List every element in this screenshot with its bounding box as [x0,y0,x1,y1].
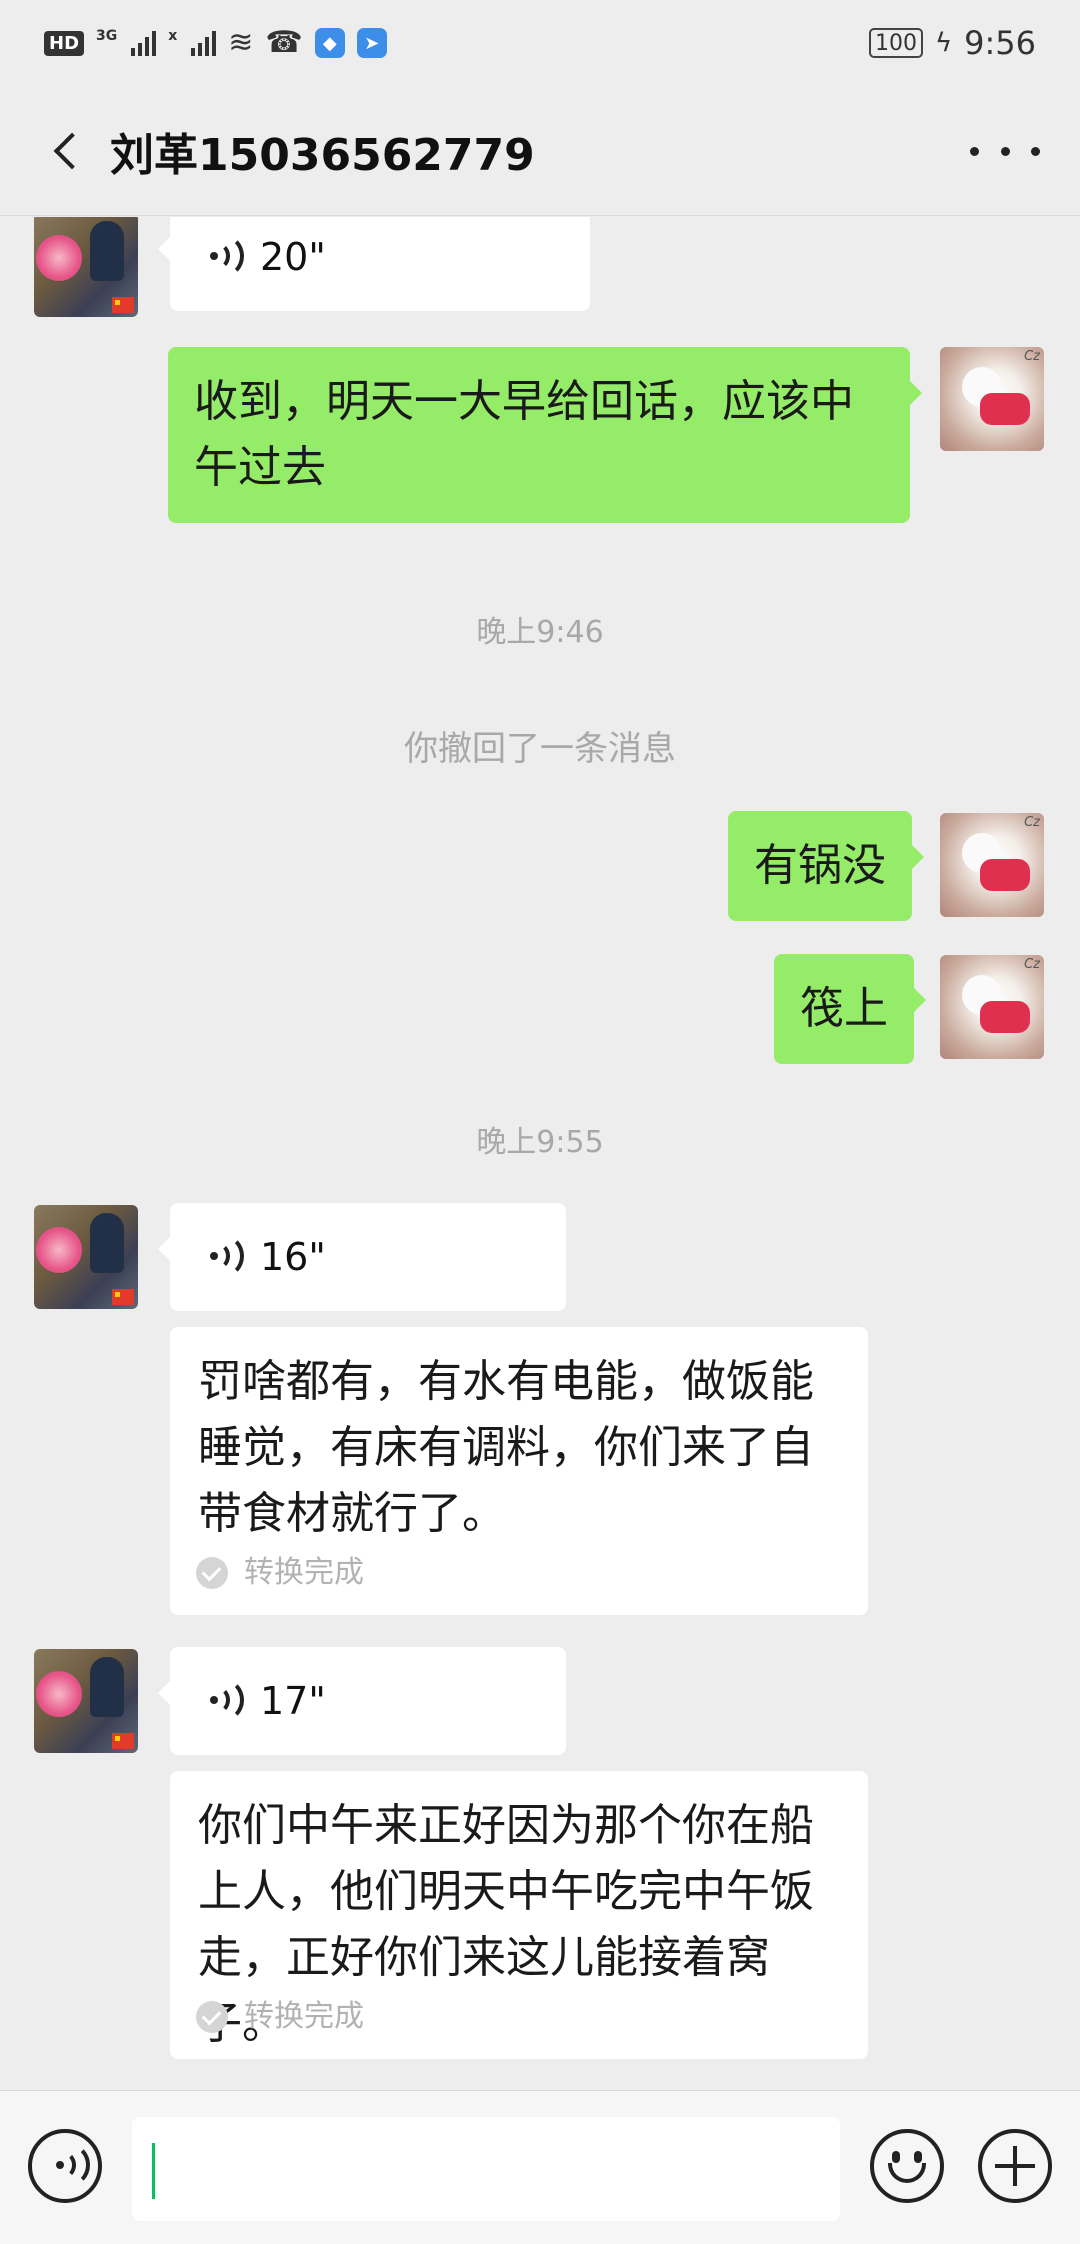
back-button[interactable] [32,116,102,186]
check-icon [196,1557,228,1589]
conversion-status: 转换完成 [196,1553,364,1593]
message-input[interactable] [132,2117,840,2221]
timestamp: 晚上9:55 [476,1125,604,1160]
text-message[interactable]: 有锅没 [728,811,924,921]
conversion-status-label: 转换完成 [244,1999,364,2034]
message-text: 收到，明天一大早给回话，应该中午过去 [194,376,854,493]
avatar-self[interactable]: Cz [940,813,1044,917]
more-actions-button[interactable] [978,2129,1052,2203]
input-bar [0,2090,1080,2244]
text-message[interactable]: 收到，明天一大早给回话，应该中午过去 [168,347,922,523]
avatar[interactable] [34,1205,138,1309]
avatar[interactable] [34,1649,138,1753]
voice-duration: 17" [260,1679,326,1723]
voice-message[interactable]: 16" [158,1203,566,1311]
smiley-icon [874,2133,940,2199]
more-options-button[interactable] [970,126,1040,176]
voice-message[interactable]: 17" [158,1647,566,1755]
chat-header: 刘革15036562779 [0,86,1080,216]
missed-call-icon: ☎ [265,25,303,60]
check-icon [196,2001,228,2033]
recall-notice: 你撤回了一条消息 [404,729,676,769]
shield-app-icon: ◆ [314,28,345,58]
avatar-self[interactable]: Cz [940,955,1044,1059]
message-list[interactable]: 20" Cz 收到，明天一大早给回话，应该中午过去 晚上9:46 你撤回了一条消… [0,217,1080,2090]
chevron-left-icon [53,132,91,169]
conversion-status: 转换完成 [196,1997,364,2037]
emoji-button[interactable] [870,2129,944,2203]
status-left: HD 3G x ≋ ☎ ◆ ➤ [44,28,387,58]
timestamp: 晚上9:46 [476,615,604,650]
voice-content: 17" [170,1647,566,1755]
network-type-label: 3G [96,28,118,44]
chat-title: 刘革15036562779 [110,129,535,181]
voice-wave-icon [54,2143,90,2187]
voice-message[interactable]: 20" [158,217,590,311]
text-cursor [152,2143,155,2199]
signal-icon [131,30,157,56]
voice-wave-icon [208,1678,244,1722]
voice-content: 16" [170,1203,566,1311]
status-bar: HD 3G x ≋ ☎ ◆ ➤ 100 ϟ 9:56 [0,0,1080,86]
charging-icon: ϟ [934,28,953,58]
voice-duration: 20" [260,235,326,279]
signal-icon-2 [191,30,217,56]
voice-input-toggle[interactable] [28,2129,102,2203]
hd-badge: HD [44,30,85,56]
voice-wave-icon [208,1234,244,1278]
plus-icon [995,2146,1035,2186]
voice-transcript[interactable]: 你们中午来正好因为那个你在船上人，他们明天中午吃完中午饭走，正好你们来这儿能接着… [170,1771,868,2059]
voice-duration: 16" [260,1235,326,1279]
voice-wave-icon [208,234,244,278]
status-right: 100 ϟ 9:56 [868,24,1036,62]
transcript-text: 罚啥都有，有水有电能，做饭能睡觉，有床有调料，你们来了自带食材就行了。 [198,1356,814,1539]
message-text: 筏上 [800,983,888,1034]
text-message[interactable]: 筏上 [774,954,926,1064]
avatar-self[interactable]: Cz [940,347,1044,451]
voice-transcript[interactable]: 罚啥都有，有水有电能，做饭能睡觉，有床有调料，你们来了自带食材就行了。 转换完成 [170,1327,868,1615]
battery-icon: 100 [868,28,923,58]
voice-content: 20" [170,217,590,311]
avatar[interactable] [34,217,138,317]
wifi-icon: ≋ [228,25,254,60]
message-text: 有锅没 [754,840,886,891]
send-app-icon: ➤ [356,28,387,58]
clock: 9:56 [964,24,1036,62]
conversion-status-label: 转换完成 [244,1555,364,1590]
sim2-label: x [168,28,178,44]
